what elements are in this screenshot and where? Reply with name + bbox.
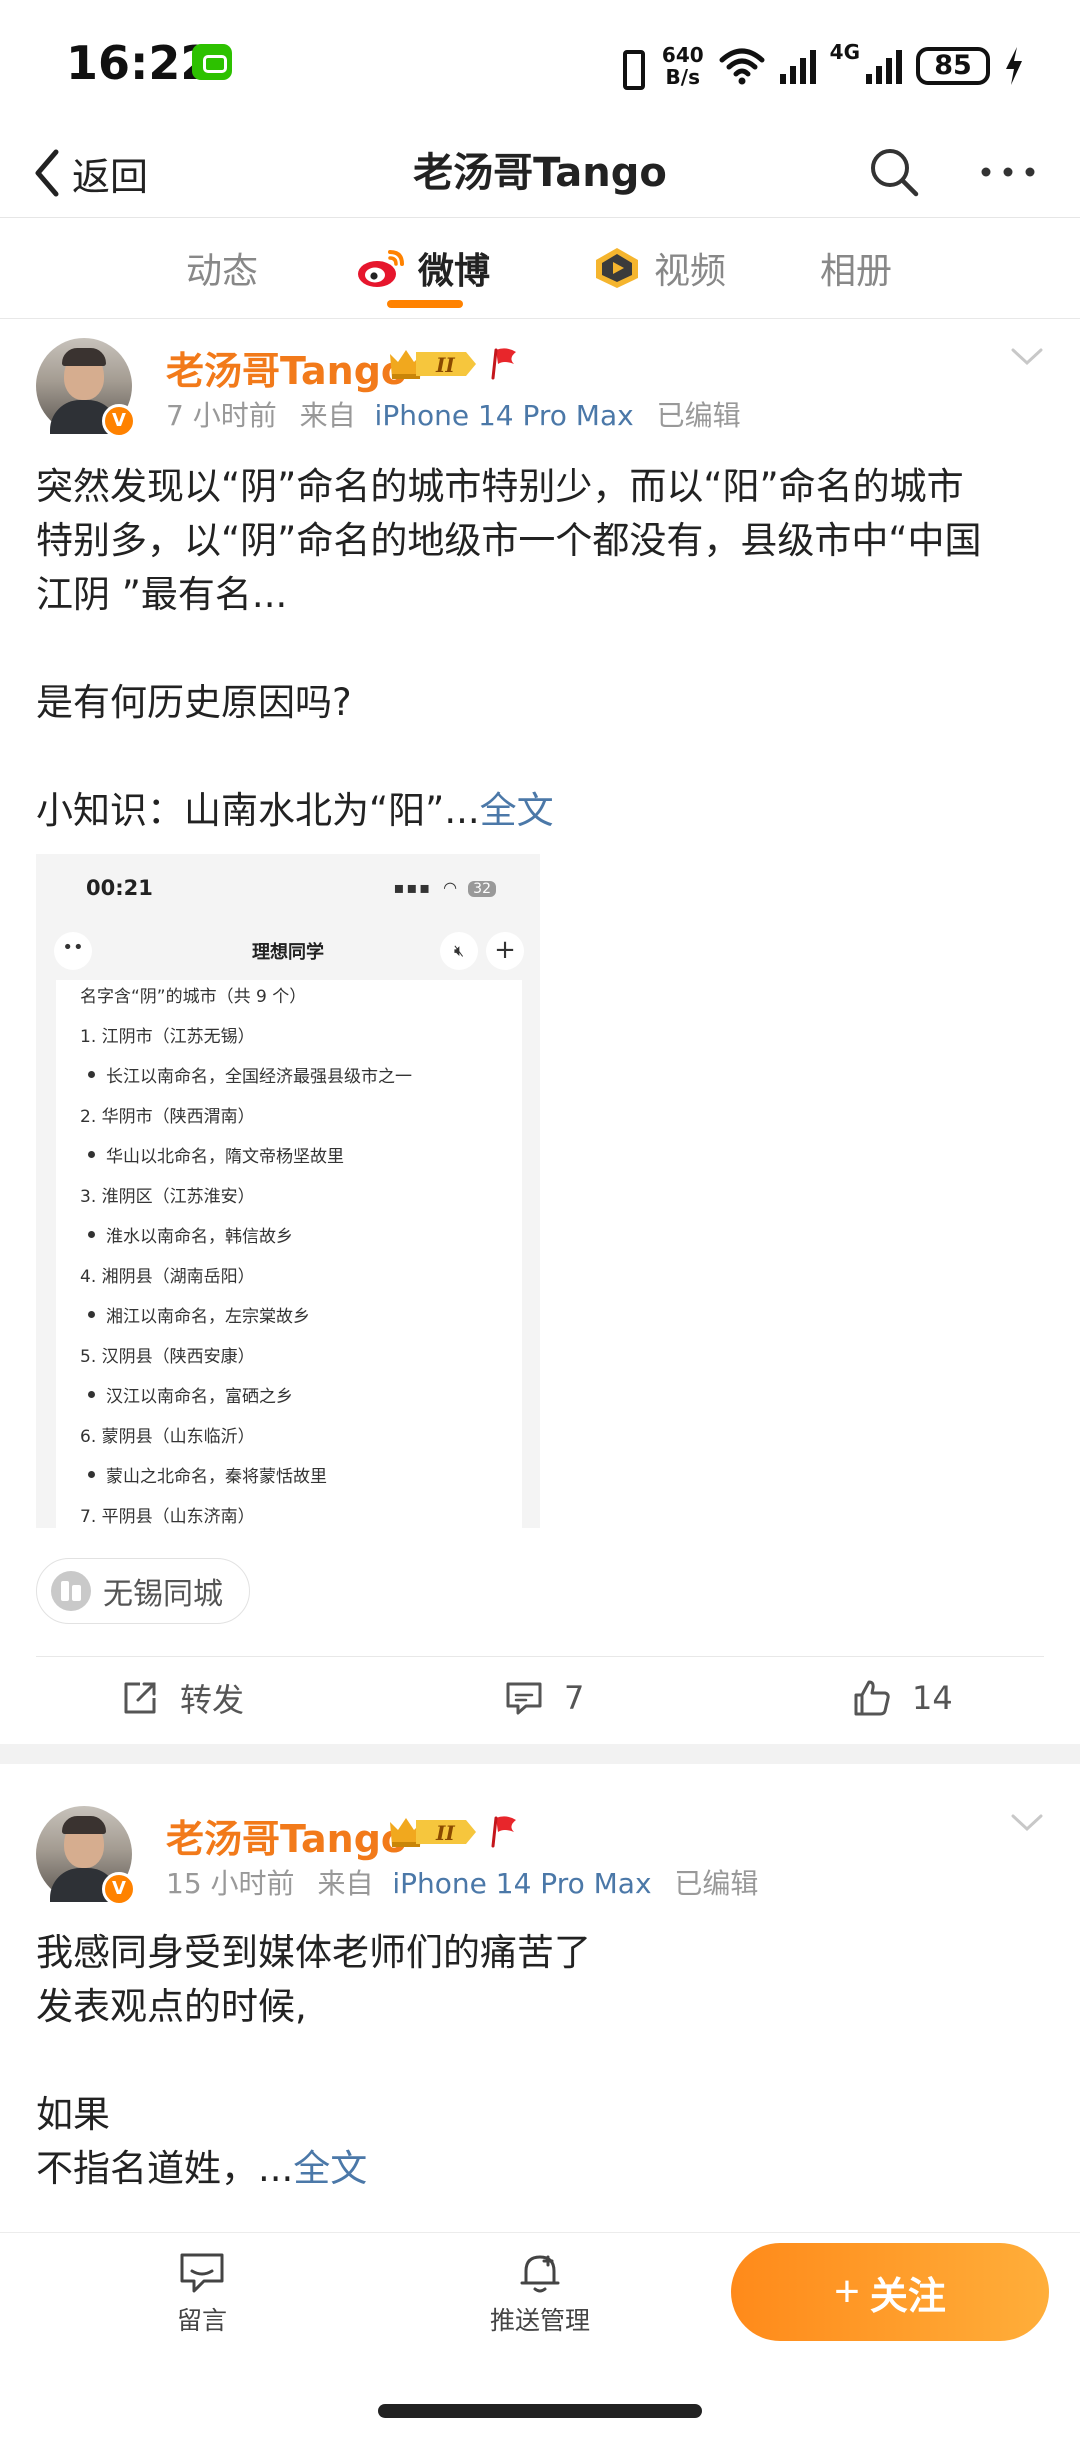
- post-actions: 转发 7 14: [0, 1660, 1080, 1736]
- chevron-down-icon[interactable]: [1010, 1812, 1044, 1834]
- signal-icon-2: [866, 48, 902, 84]
- net-speed: 640 B/s: [661, 43, 704, 89]
- search-icon[interactable]: [866, 144, 922, 200]
- message-button[interactable]: 留言: [122, 2251, 282, 2337]
- post-source-link[interactable]: iPhone 14 Pro Max: [392, 1867, 651, 1900]
- comment-button[interactable]: 7: [504, 1660, 584, 1736]
- wifi-icon: [719, 48, 765, 85]
- divider: [0, 318, 1080, 319]
- status-time: 16:22: [66, 36, 213, 90]
- post-meta: 15 小时前 来自 iPhone 14 Pro Max 已编辑: [166, 1867, 759, 1900]
- divider: [36, 1656, 1044, 1657]
- svg-text:II: II: [435, 353, 455, 377]
- network-type: 4G: [829, 40, 860, 64]
- home-indicator[interactable]: [378, 2404, 702, 2418]
- post-image[interactable]: 00:21 ▪▪▪ ◠ 32 •• 理想同学 🔇︎ + 名字含“阴”的城市（共 …: [36, 854, 540, 1528]
- red-flag-icon: [491, 1816, 516, 1848]
- push-settings-button[interactable]: 推送管理: [460, 2251, 620, 2337]
- avatar[interactable]: V: [36, 338, 136, 438]
- tab-weibo[interactable]: 微博: [356, 244, 490, 292]
- battery-icon: 85: [916, 47, 990, 85]
- post-username[interactable]: 老汤哥Tango: [166, 340, 407, 395]
- post-source-link[interactable]: iPhone 14 Pro Max: [375, 399, 634, 432]
- svg-text:II: II: [435, 1821, 455, 1845]
- tab-dynamics[interactable]: 动态: [186, 244, 258, 292]
- more-options-icon[interactable]: [976, 144, 1040, 200]
- repost-button[interactable]: 转发: [120, 1660, 244, 1736]
- read-more-link[interactable]: 全文: [480, 789, 554, 832]
- weibo-logo-icon: [358, 250, 404, 287]
- bottom-action-bar: 留言 推送管理 + 关注: [0, 2232, 1080, 2372]
- status-bar: 16:22 640 B/s 4G 85: [0, 0, 1080, 130]
- active-tab-indicator: [387, 300, 463, 308]
- image-nav-bar: •• 理想同学 🔇︎ +: [36, 926, 540, 976]
- verified-badge-icon: V: [102, 1872, 136, 1906]
- top-nav-bar: 返回 老汤哥Tango: [0, 130, 1080, 218]
- member-crown-icon: II: [390, 1818, 476, 1847]
- avatar[interactable]: V: [36, 1806, 136, 1906]
- repost-icon: [124, 1682, 156, 1714]
- tab-video[interactable]: 视频: [592, 244, 726, 292]
- vibrate-icon: [612, 46, 648, 90]
- post-text[interactable]: 突然发现以“阴”命名的城市特别少，而以“阳”命名的城市 特别多，以“阴”命名的地…: [36, 460, 1046, 838]
- verified-badge-icon: V: [102, 404, 136, 438]
- like-button[interactable]: 14: [852, 1660, 953, 1736]
- member-crown-icon: II: [390, 350, 476, 379]
- charging-icon: [1006, 47, 1022, 85]
- post-text[interactable]: 我感同身受到媒体老师们的痛苦了 发表观点的时候, 如果 不指名道姓，...全文: [36, 1926, 1046, 2196]
- post-username[interactable]: 老汤哥Tango: [166, 1808, 407, 1863]
- location-tag[interactable]: 无锡同城: [36, 1558, 250, 1624]
- read-more-link[interactable]: 全文: [293, 2147, 367, 2190]
- message-icon: [180, 2253, 224, 2293]
- video-badge-icon: [596, 248, 638, 288]
- image-status-icons: ▪▪▪ ◠ 32: [393, 878, 496, 897]
- wechat-notification-icon: [192, 44, 232, 80]
- follow-button[interactable]: + 关注: [731, 2243, 1049, 2341]
- chevron-down-icon[interactable]: [1010, 346, 1044, 368]
- image-plus-icon: +: [486, 932, 524, 970]
- bell-icon: [520, 2255, 560, 2293]
- image-mute-icon: 🔇︎: [440, 932, 478, 970]
- building-icon: [51, 1571, 91, 1611]
- red-flag-icon: [491, 348, 516, 380]
- plus-icon: +: [834, 2267, 860, 2316]
- tab-album[interactable]: 相册: [820, 244, 892, 292]
- thumbs-up-icon: [854, 1680, 890, 1716]
- post-separator: [0, 1744, 1080, 1764]
- signal-icon: [779, 48, 816, 84]
- comment-icon: [506, 1682, 542, 1715]
- post-meta: 7 小时前 来自 iPhone 14 Pro Max 已编辑: [166, 399, 741, 432]
- image-content-card: 名字含“阴”的城市（共 9 个） 1. 江阴市（江苏无锡） 长江以南命名，全国经…: [56, 980, 522, 1528]
- profile-tabs: 动态 微博 视频 相册: [0, 220, 1080, 316]
